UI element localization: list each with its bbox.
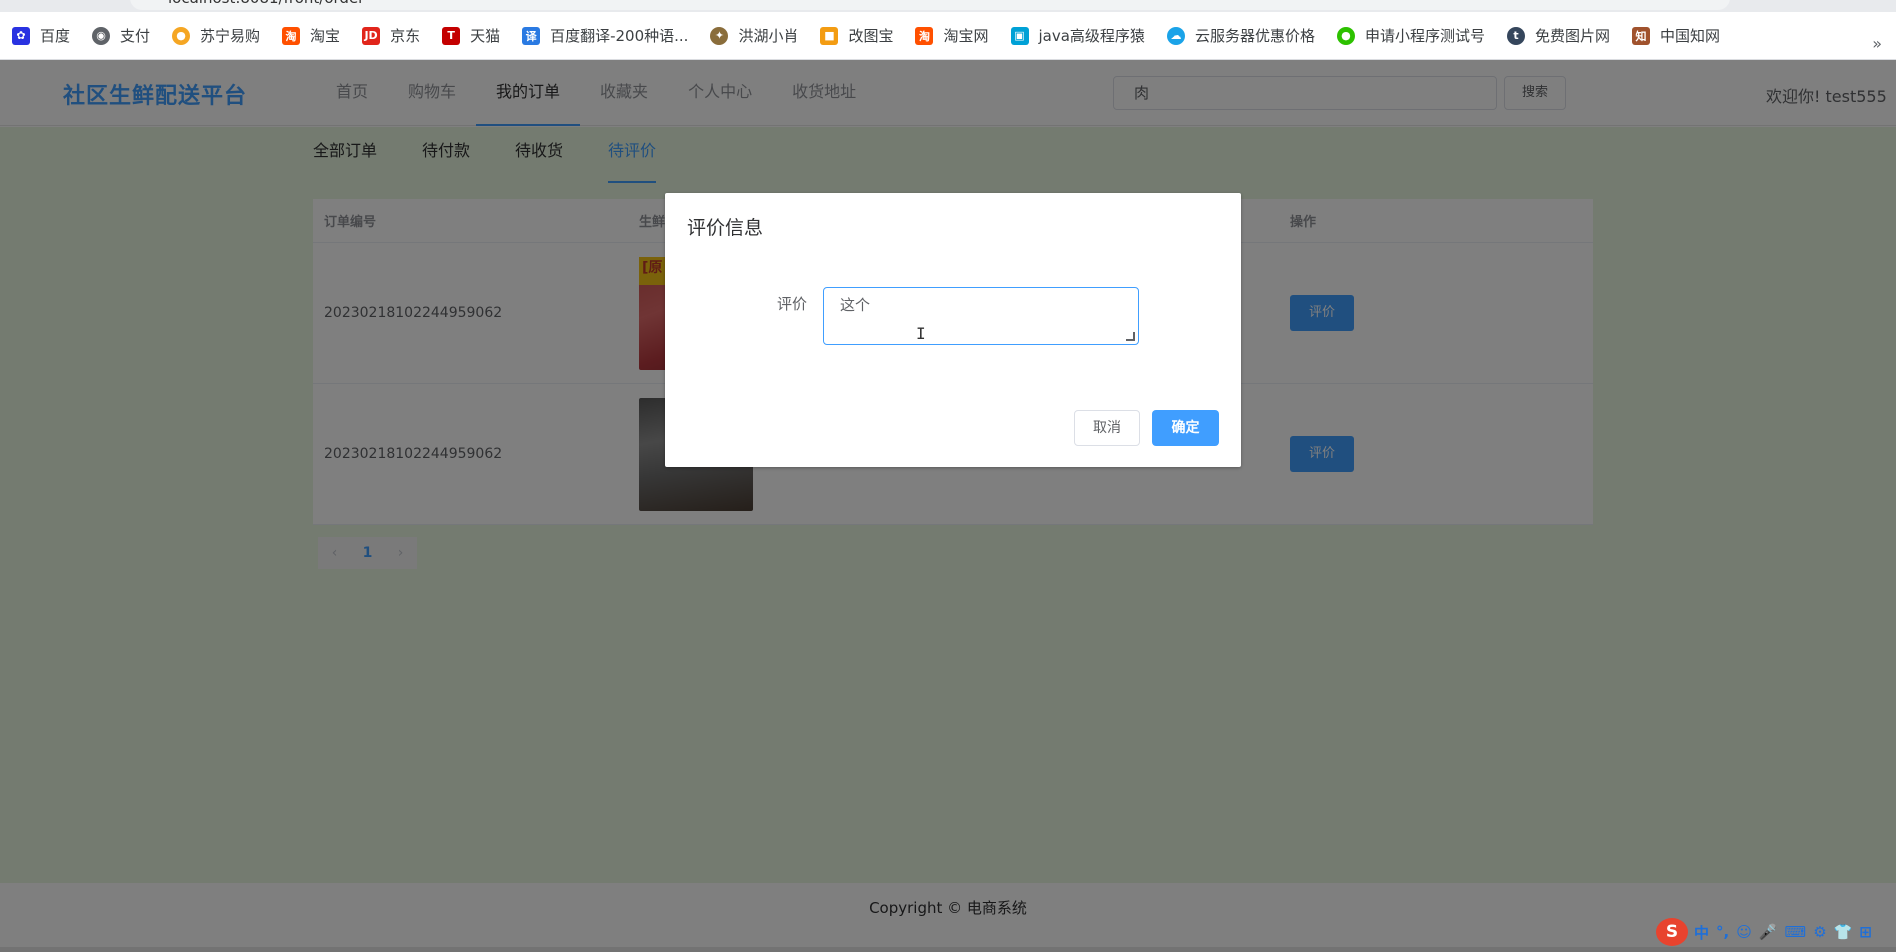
- ime-toolbox-icon[interactable]: ⊞: [1859, 923, 1872, 941]
- tmall-icon: T: [442, 26, 461, 45]
- bookmark-item[interactable]: JD 京东: [362, 25, 420, 46]
- cancel-button[interactable]: 取消: [1074, 410, 1140, 446]
- globe-icon: ◉: [92, 26, 111, 45]
- bookmark-item[interactable]: ● 苏宁易购: [172, 25, 260, 46]
- ime-keyboard-icon[interactable]: ⌨: [1785, 923, 1807, 941]
- bookmark-label: 免费图片网: [1534, 27, 1610, 45]
- bird-icon: ✦: [710, 26, 729, 45]
- bookmark-label: 洪湖小肖: [738, 27, 799, 45]
- lion-icon: ●: [172, 26, 191, 45]
- review-dialog: 评价信息 评价 这个 I 取消 确定: [665, 193, 1241, 467]
- bookmark-item[interactable]: ✿ 百度: [12, 25, 70, 46]
- bookmark-label: 中国知网: [1659, 27, 1720, 45]
- bookmark-label: 百度: [40, 27, 71, 45]
- bookmark-item[interactable]: ● 申请小程序测试号: [1336, 25, 1485, 46]
- bookmark-item[interactable]: 知中国知网: [1631, 25, 1720, 46]
- bookmark-label: java高级程序猿: [1038, 27, 1145, 45]
- gaitubao-icon: ■: [820, 26, 839, 45]
- ime-punctuation-icon[interactable]: °,: [1716, 923, 1729, 941]
- bookmark-item[interactable]: ✦ 洪湖小肖: [710, 25, 798, 46]
- bookmark-label: 京东: [390, 27, 421, 45]
- bookmark-item[interactable]: 译百度翻译-200种语...: [522, 25, 688, 46]
- wechat-icon: ●: [1336, 26, 1355, 45]
- bookmark-label: 百度翻译-200种语...: [550, 27, 689, 45]
- ime-skin-icon[interactable]: 👕: [1834, 923, 1853, 941]
- bookmark-item[interactable]: ■ 改图宝: [820, 25, 893, 46]
- jd-icon: JD: [362, 26, 381, 45]
- bookmark-label: 淘宝: [310, 27, 341, 45]
- bookmark-item[interactable]: t 免费图片网: [1506, 25, 1610, 46]
- text-cursor-icon: I: [916, 324, 926, 343]
- ime-toolbar: S 中 °, ☺ 🎤 ⌨ ⚙ 👕 ⊞: [1656, 917, 1896, 947]
- ime-chinese-mode[interactable]: 中: [1694, 922, 1709, 943]
- resize-handle-icon[interactable]: [1126, 332, 1135, 341]
- bookmark-label: 天猫: [470, 27, 501, 45]
- bilibili-icon: ▣: [1010, 26, 1029, 45]
- browser-toolbar: localhost:8081/front/order: [0, 0, 1896, 12]
- bookmark-label: 淘宝网: [943, 27, 989, 45]
- cloud-icon: ☁: [1166, 26, 1185, 45]
- ime-settings-icon[interactable]: ⚙: [1813, 923, 1826, 941]
- cnki-icon: 知: [1631, 26, 1650, 45]
- bookmark-item[interactable]: ◉ 支付: [92, 25, 150, 46]
- ime-emoji-icon[interactable]: ☺: [1736, 923, 1752, 941]
- translate-icon: 译: [522, 26, 541, 45]
- review-text: 这个: [840, 296, 871, 314]
- taobao-icon: 淘: [282, 26, 301, 45]
- confirm-button[interactable]: 确定: [1152, 410, 1219, 446]
- bookmark-label: 改图宝: [848, 27, 894, 45]
- dialog-title: 评价信息: [687, 217, 764, 239]
- taobao-icon: 淘: [915, 26, 934, 45]
- tumblr-icon: t: [1506, 26, 1525, 45]
- more-bookmarks-icon[interactable]: »: [1872, 34, 1882, 53]
- bookmark-item[interactable]: T 天猫: [442, 25, 500, 46]
- ime-mic-icon[interactable]: 🎤: [1759, 923, 1778, 941]
- bookmark-item[interactable]: 淘淘宝: [282, 25, 340, 46]
- bookmark-item[interactable]: 淘淘宝网: [915, 25, 989, 46]
- address-bar[interactable]: localhost:8081/front/order: [130, 0, 1730, 10]
- bookmark-label: 苏宁易购: [200, 27, 261, 45]
- bookmark-label: 云服务器优惠价格: [1194, 27, 1315, 45]
- bookmark-item[interactable]: ☁ 云服务器优惠价格: [1166, 25, 1315, 46]
- paw-icon: ✿: [12, 26, 30, 45]
- bookmark-label: 支付: [120, 27, 151, 45]
- bookmark-label: 申请小程序测试号: [1364, 27, 1485, 45]
- bookmark-item[interactable]: ▣ java高级程序猿: [1010, 25, 1145, 46]
- review-textarea[interactable]: 这个: [823, 287, 1139, 345]
- sogou-ime-icon[interactable]: S: [1656, 918, 1688, 946]
- bookmarks-bar: ✿ 百度 ◉ 支付 ● 苏宁易购 淘淘宝 JD 京东 T 天猫 译百度翻译-200种语..…: [0, 12, 1896, 60]
- review-label: 评价: [777, 295, 808, 313]
